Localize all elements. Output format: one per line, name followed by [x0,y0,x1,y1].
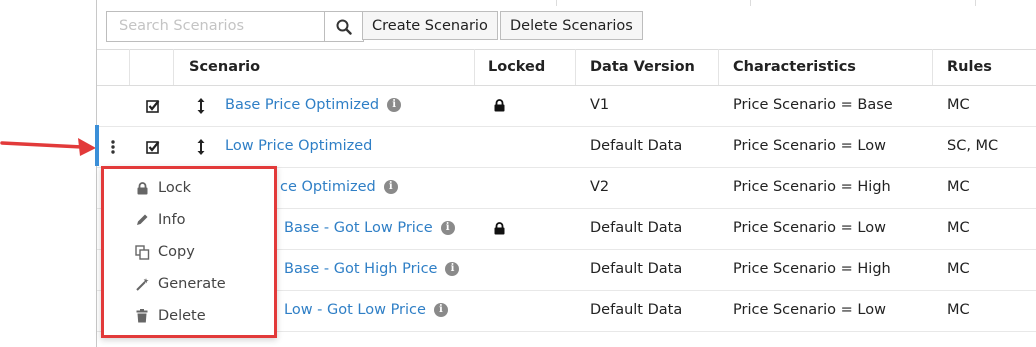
rules: MC [947,179,970,195]
checkbox-checked-icon [146,140,160,154]
locked-indicator [488,85,510,126]
column-header-scenario[interactable]: Scenario [189,49,260,85]
scenario-link[interactable]: Low - Got Low Price [284,302,426,318]
scenario-link[interactable]: Low Price Optimized [225,138,372,154]
data-version: Default Data [590,302,683,318]
scenario-name[interactable]: Low Price Optimized [225,126,372,167]
menu-item-copy[interactable]: Copy [104,236,274,268]
data-version: Default Data [590,138,683,154]
scenario-name[interactable]: Low - Got Low Price i [284,290,448,331]
lock-icon [494,222,504,235]
table-header: Scenario Locked Data Version Characteris… [97,49,1036,86]
rules: SC, MC [947,138,999,154]
scenario-name[interactable]: Base Price Optimized i [225,85,402,126]
info-icon[interactable]: i [383,180,398,194]
toolbar: Create Scenario Delete Scenarios [97,6,1036,50]
search-icon [336,19,352,35]
search-box [106,11,364,42]
characteristics: Price Scenario = Low [733,138,886,154]
column-divider [129,49,130,85]
trash-icon [134,309,150,323]
menu-item-info[interactable]: Info [104,204,274,236]
menu-item-label: Delete [158,308,206,324]
characteristics: Price Scenario = Low [733,220,886,236]
drag-handle[interactable] [191,85,211,126]
menu-item-generate[interactable]: Generate [104,268,274,300]
left-gutter [0,0,96,347]
vertical-ellipsis-icon [111,139,115,154]
data-version: V1 [590,97,610,113]
info-icon[interactable]: i [433,303,448,317]
characteristics: Price Scenario = Low [733,302,886,318]
column-header-characteristics[interactable]: Characteristics [733,49,856,85]
table-row[interactable]: Low Price Optimized Default Data Price S… [97,126,1036,168]
scenario-name[interactable]: Base - Got High Price i [284,249,460,290]
row-checkbox[interactable] [143,85,163,126]
data-version: Default Data [590,220,683,236]
rules: MC [947,261,970,277]
search-button[interactable] [324,12,363,41]
row-checkbox[interactable] [143,126,163,167]
reorder-icon [197,97,205,114]
rules: MC [947,97,970,113]
column-divider [173,49,174,85]
lock-icon [134,181,150,195]
column-divider [932,49,933,85]
lock-icon [494,99,504,112]
pencil-icon [134,213,150,227]
characteristics: Price Scenario = High [733,261,891,277]
column-header-rules[interactable]: Rules [947,49,992,85]
info-icon[interactable]: i [445,262,460,276]
column-divider [474,49,475,85]
characteristics: Price Scenario = High [733,179,891,195]
table-row[interactable]: Base Price Optimized i V1 Price Scenario … [97,85,1036,127]
characteristics: Price Scenario = Base [733,97,893,113]
menu-item-label: Copy [158,244,195,260]
column-divider [575,49,576,85]
column-header-locked[interactable]: Locked [488,49,545,85]
scenario-name[interactable]: Base - Got Low Price i [284,208,455,249]
column-divider [718,49,719,85]
copy-icon [134,244,150,260]
menu-item-lock[interactable]: Lock [104,172,274,204]
scenario-link[interactable]: ce Optimized [280,179,376,195]
magic-wand-icon [134,277,150,292]
menu-item-label: Generate [158,276,226,292]
info-icon[interactable]: i [440,221,455,235]
menu-item-label: Lock [158,180,192,196]
data-version: Default Data [590,261,683,277]
column-header-data-version[interactable]: Data Version [590,49,695,85]
scenario-link[interactable]: Base Price Optimized [225,97,379,113]
selected-row-indicator [95,125,99,166]
checkbox-checked-icon [146,99,160,113]
search-input[interactable] [107,12,325,39]
rules: MC [947,302,970,318]
delete-scenarios-button[interactable]: Delete Scenarios [500,11,643,40]
row-context-menu: Lock Info Copy Generate Delete [101,166,277,338]
rules: MC [947,220,970,236]
create-scenario-button[interactable]: Create Scenario [362,11,498,40]
data-version: V2 [590,179,610,195]
reorder-icon [197,138,205,155]
scenario-link[interactable]: Base - Got Low Price [284,220,433,236]
menu-item-label: Info [158,212,186,228]
info-icon[interactable]: i [387,98,402,112]
drag-handle[interactable] [191,126,211,167]
locked-indicator [488,208,510,249]
annotation-arrow [0,138,96,156]
menu-item-delete[interactable]: Delete [104,300,274,332]
scenario-link[interactable]: Base - Got High Price [284,261,437,277]
scenario-name[interactable]: ce Optimized i [280,167,398,208]
row-menu-button[interactable] [105,126,121,167]
